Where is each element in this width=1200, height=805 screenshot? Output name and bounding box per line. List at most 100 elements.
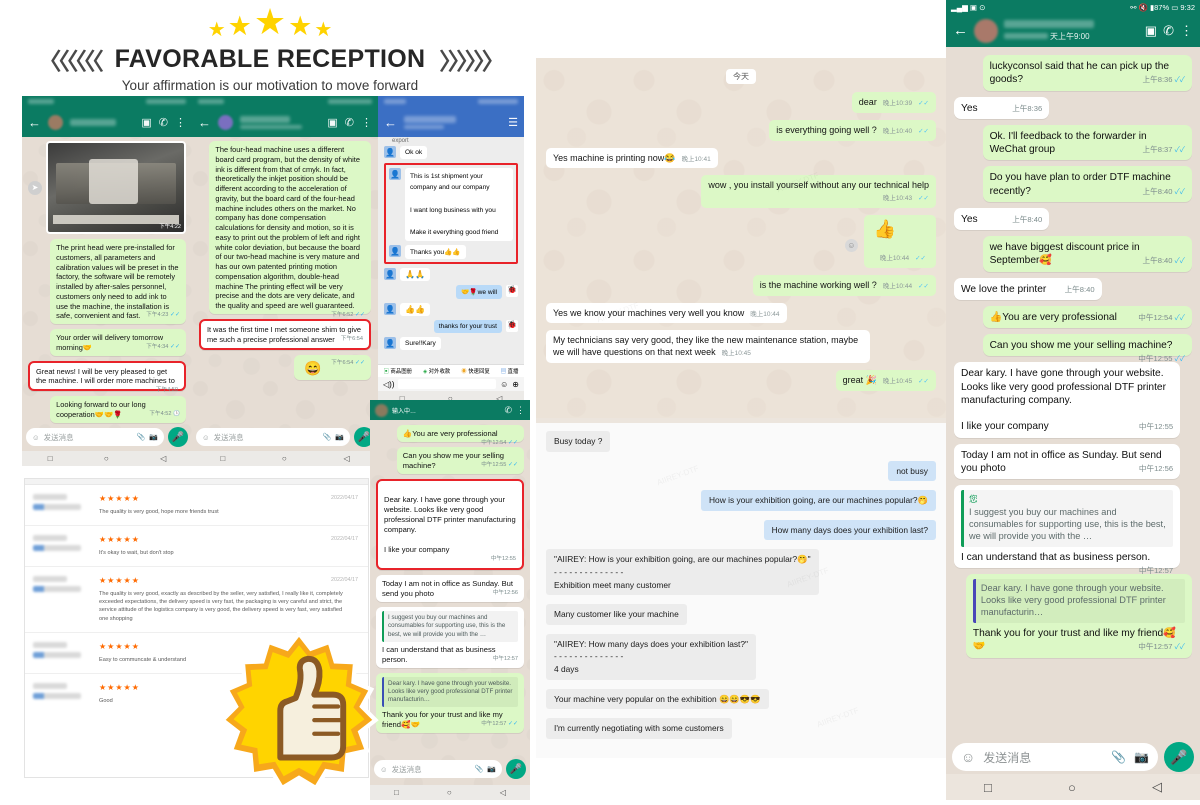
chat-bubble[interactable]: Today I am not in office as Sunday. But … — [376, 575, 524, 603]
chat-bubble[interactable]: We love the printer 上午8:40 — [954, 277, 1102, 300]
chat-bubble[interactable]: Ok ok — [400, 146, 428, 159]
chat-bubble-with-quote[interactable]: 您 I suggest you buy our machines and con… — [954, 485, 1181, 575]
nav-square-icon[interactable]: □ — [220, 454, 225, 463]
video-call-icon[interactable]: ▣ — [141, 116, 151, 129]
nav-square-icon[interactable]: □ — [394, 788, 399, 797]
message-row[interactable]: dear 晚上10:39 ✓✓ — [546, 92, 936, 120]
chat-bubble[interactable]: Ok. I'll feedback to the forwarder in We… — [982, 124, 1192, 161]
overflow-menu-icon[interactable]: ⋮ — [516, 405, 525, 416]
message-row[interactable]: How many days does your exhibition last? — [546, 519, 936, 550]
message-row[interactable]: How is your exhibition going, are our ma… — [546, 490, 936, 520]
voice-call-icon[interactable]: ✆ — [1163, 23, 1174, 39]
emoji-icon[interactable]: ☺ — [961, 749, 975, 765]
nav-back-icon[interactable]: ◁ — [1152, 779, 1162, 795]
contact-name[interactable]: 天上午9:00 — [1004, 19, 1139, 42]
list-menu-icon[interactable]: ☰ — [508, 116, 518, 129]
nav-square-icon[interactable]: □ — [984, 780, 992, 795]
overflow-menu-icon[interactable]: ⋮ — [1180, 23, 1193, 39]
mic-button[interactable]: 🎤 — [1164, 742, 1194, 772]
back-icon[interactable]: ← — [28, 116, 41, 129]
chat-bubble[interactable]: Dear kary. I have gone through your webs… — [954, 362, 1181, 438]
voice-input-icon[interactable]: ◁)) — [383, 380, 394, 389]
emoji-icon[interactable]: ☺ — [500, 380, 508, 389]
chat-bubble[interactable]: Your order will delivery tomorrow mornin… — [50, 329, 186, 356]
attach-icon[interactable]: 📎 — [323, 433, 332, 441]
chat-bubble[interactable]: This is 1st shipment your company and ou… — [405, 168, 513, 242]
avatar[interactable] — [974, 18, 998, 43]
voice-call-icon[interactable]: ✆ — [159, 116, 168, 129]
toolbar-item-quickreply[interactable]: ◉ 快速回复 — [461, 367, 489, 375]
chat-bubble[interactable]: 🙏🙏 — [400, 268, 430, 282]
message-row[interactable]: Busy today ? — [546, 431, 936, 461]
chat-bubble[interactable]: Yes 上午8:40 — [954, 207, 1050, 230]
forward-icon[interactable]: ➤ — [28, 180, 42, 195]
message-row[interactable]: "AIIREY: How is your exhibition going, a… — [546, 549, 936, 604]
camera-icon[interactable]: 📷 — [1134, 750, 1149, 764]
chat-bubble-with-quote[interactable]: Dear kary. I have gone through your webs… — [376, 672, 524, 734]
chat-bubble[interactable]: Can you show me your selling machine? 中午… — [396, 447, 524, 475]
chat-bubble-highlighted[interactable]: It was the first time I met someone shim… — [199, 319, 371, 350]
avatar[interactable] — [218, 114, 233, 130]
back-icon[interactable]: ← — [953, 22, 968, 39]
message-row[interactable]: is the machine working well ? 晚上10:44 ✓✓ — [546, 274, 936, 303]
voice-call-icon[interactable]: ✆ — [504, 405, 512, 416]
camera-icon[interactable]: 📷 — [335, 433, 344, 441]
chat-bubble[interactable]: thanks for your trust — [433, 320, 502, 334]
back-icon[interactable]: ← — [198, 116, 211, 129]
table-row[interactable]: ★★★★★ 2022/04/17 The quality is very goo… — [25, 485, 368, 527]
overflow-menu-icon[interactable]: ⋮ — [175, 116, 186, 129]
back-icon[interactable]: ← — [384, 116, 397, 129]
message-input[interactable]: ☺ 发送消息 📎 📷 — [196, 428, 350, 446]
chat-bubble-with-quote[interactable]: I suggest you buy our machines and consu… — [376, 607, 524, 668]
avatar[interactable]: 👤 — [389, 245, 401, 258]
nav-home-icon[interactable]: ○ — [104, 454, 109, 463]
chat-bubble[interactable]: Sure‼Kary — [400, 337, 441, 351]
chat-bubble-highlighted[interactable]: Great news! I will be very pleased to ge… — [28, 360, 186, 393]
message-row[interactable]: wow , you install yourself without any o… — [546, 175, 936, 215]
avatar[interactable]: 🐞 — [506, 285, 518, 298]
emoji-icon[interactable]: ☺ — [202, 433, 210, 442]
avatar[interactable]: 🐞 — [506, 320, 518, 333]
attach-icon[interactable]: 📎 — [1111, 750, 1126, 764]
message-photo[interactable]: 下午4:22 — [46, 141, 186, 234]
nav-home-icon[interactable]: ○ — [447, 788, 452, 797]
toolbar-item-payment[interactable]: ◈ 对外收款 — [423, 367, 450, 375]
message-row[interactable]: My technicians say very good, they like … — [546, 330, 936, 370]
message-input[interactable]: ☺ 发送消息 📎 📷 — [952, 743, 1158, 771]
emoji-icon[interactable]: ☺ — [32, 433, 40, 442]
chat-bubble[interactable]: 👍You are very professional 中午12:54 ✓✓ — [396, 425, 524, 446]
avatar[interactable] — [375, 403, 388, 417]
message-input[interactable]: ☺ 发送消息 📎 📷 — [26, 428, 164, 446]
message-input[interactable]: ☺ 发送消息 📎 📷 — [374, 760, 502, 778]
message-row[interactable]: Yes we know your machines very well you … — [546, 302, 936, 331]
overflow-menu-icon[interactable]: ⋮ — [361, 116, 372, 129]
chat-bubble[interactable]: we have biggest discount price in Septem… — [982, 236, 1192, 272]
chat-bubble[interactable]: 👍👍 — [400, 303, 430, 317]
nav-back-icon[interactable]: ◁ — [500, 788, 506, 797]
avatar[interactable]: 👤 — [389, 168, 401, 180]
chat-bubble[interactable]: luckyconsol said that he can pick up the… — [982, 55, 1192, 91]
video-call-icon[interactable]: ▣ — [327, 116, 337, 129]
chat-bubble[interactable]: Today I am not in office as Sunday. But … — [954, 443, 1181, 479]
avatar[interactable]: 👤 — [384, 303, 396, 316]
emoji-react-icon[interactable]: ☺ — [844, 238, 858, 252]
message-row[interactable]: great 🎉 晚上10:45 ✓✓ — [546, 370, 936, 398]
chat-bubble[interactable]: The print head were pre-installed for cu… — [50, 239, 186, 325]
avatar[interactable]: 👤 — [384, 268, 396, 281]
mic-button[interactable]: 🎤 — [506, 759, 526, 779]
nav-back-icon[interactable]: ◁ — [160, 454, 166, 463]
chat-bubble[interactable]: Can you show me your selling machine? 中午1… — [982, 334, 1192, 363]
nav-home-icon[interactable]: ○ — [1068, 780, 1076, 795]
chat-bubble-with-quote[interactable]: Dear kary. I have gone through your webs… — [965, 574, 1192, 658]
message-input[interactable] — [398, 379, 497, 389]
message-row[interactable]: Many customer like your machine — [546, 604, 936, 634]
attach-icon[interactable]: 📎 — [475, 765, 484, 773]
nav-back-icon[interactable]: ◁ — [343, 454, 349, 463]
message-row[interactable]: Yes machine is printing now😂 晚上10:41 — [546, 147, 936, 176]
message-row[interactable]: "AIIREY: How many days does your exhibit… — [546, 633, 936, 689]
message-row[interactable]: ☺ 👍 晚上10:44 ✓✓ — [546, 215, 936, 275]
nav-home-icon[interactable]: ○ — [282, 454, 287, 463]
table-row[interactable]: ★★★★★ 2022/04/17 It's okay to wait, but … — [25, 526, 368, 568]
chat-bubble-highlighted[interactable]: Dear kary. I have gone through your webs… — [376, 479, 524, 571]
avatar[interactable]: 👤 — [384, 337, 396, 350]
